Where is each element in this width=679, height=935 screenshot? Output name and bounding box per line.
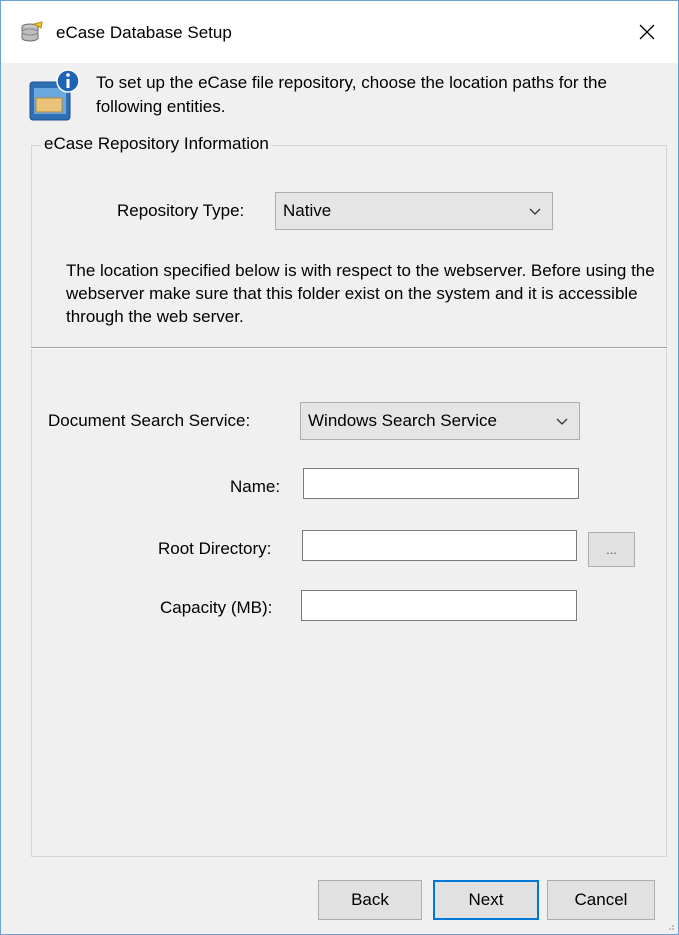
cancel-button[interactable]: Cancel bbox=[547, 880, 655, 920]
title-bar: eCase Database Setup bbox=[1, 1, 678, 63]
next-button[interactable]: Next bbox=[433, 880, 539, 920]
capacity-label: Capacity (MB): bbox=[160, 598, 273, 617]
chevron-down-icon bbox=[556, 418, 568, 425]
name-field[interactable] bbox=[303, 468, 579, 499]
search-service-value: Windows Search Service bbox=[308, 411, 497, 430]
root-directory-field[interactable] bbox=[302, 530, 577, 561]
browse-button[interactable]: ... bbox=[588, 532, 635, 567]
setup-dialog: eCase Database Setup To set up the eCase… bbox=[0, 0, 679, 935]
resize-grip-icon[interactable] bbox=[665, 921, 675, 931]
window-title: eCase Database Setup bbox=[56, 23, 232, 42]
repository-type-value: Native bbox=[283, 201, 332, 220]
capacity-field[interactable] bbox=[301, 590, 577, 621]
name-label: Name: bbox=[230, 477, 281, 496]
close-button[interactable] bbox=[616, 1, 678, 63]
groupbox-legend: eCase Repository Information bbox=[41, 134, 272, 154]
search-service-label: Document Search Service: bbox=[48, 411, 251, 430]
info-folder-icon bbox=[28, 68, 83, 123]
webserver-note: The location specified below is with res… bbox=[66, 261, 655, 326]
chevron-down-icon bbox=[529, 208, 541, 215]
root-directory-label: Root Directory: bbox=[158, 539, 272, 558]
repository-type-select[interactable]: Native bbox=[275, 192, 553, 230]
database-icon bbox=[20, 21, 44, 45]
repository-type-label: Repository Type: bbox=[117, 201, 245, 220]
intro-text: To set up the eCase file repository, cho… bbox=[96, 73, 607, 116]
search-service-select[interactable]: Windows Search Service bbox=[300, 402, 580, 440]
back-button[interactable]: Back bbox=[318, 880, 422, 920]
close-icon bbox=[639, 24, 655, 40]
